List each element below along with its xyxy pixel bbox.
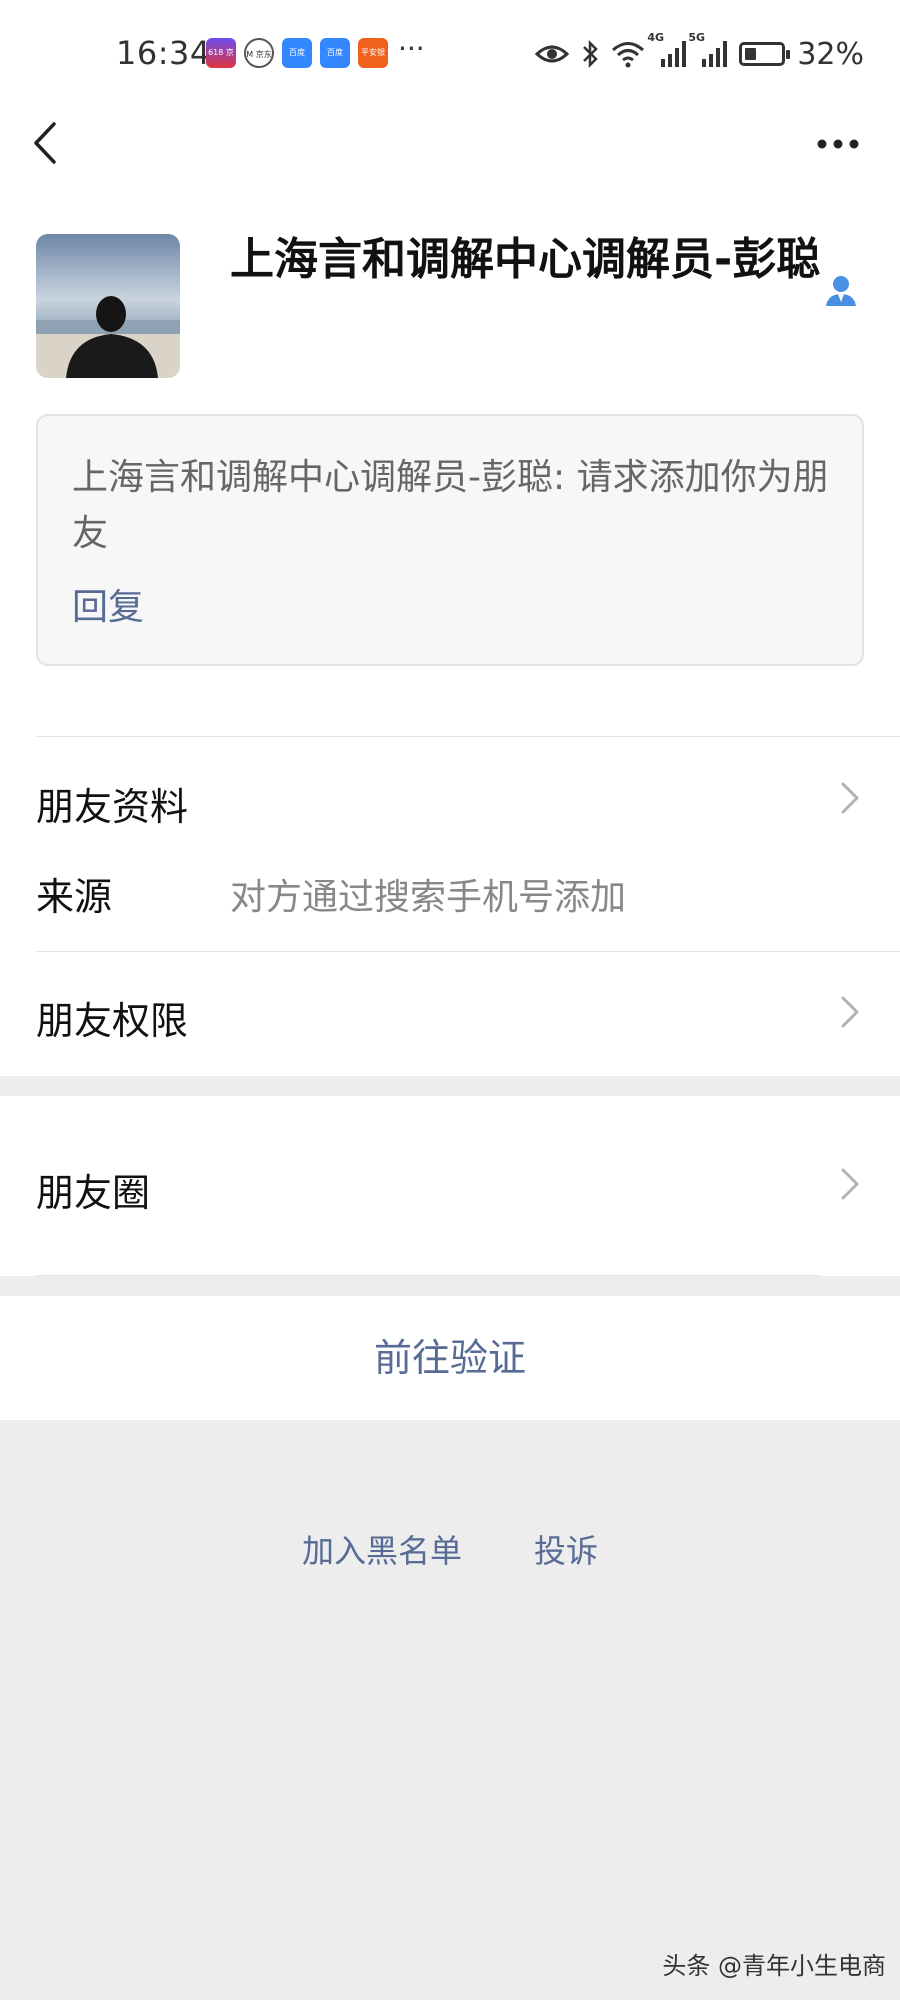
add-to-blacklist-link[interactable]: 加入黑名单 xyxy=(302,1526,462,1572)
divider xyxy=(36,736,900,737)
more-dots-icon[interactable] xyxy=(810,124,870,164)
moments-label: 朋友圈 xyxy=(36,1171,151,1215)
back-chevron-left-icon[interactable] xyxy=(28,118,68,168)
friend-profile-label: 朋友资料 xyxy=(36,785,189,829)
jd-m-app-label: M 京东 xyxy=(246,50,272,59)
eye-icon xyxy=(535,45,570,63)
signal-5g-icon: 5G xyxy=(688,31,728,67)
source-label: 来源 xyxy=(36,875,113,919)
baidu-app-label-2: 百度 xyxy=(327,48,343,57)
avatar-image[interactable] xyxy=(36,234,180,378)
complain-link[interactable]: 投诉 xyxy=(534,1526,598,1572)
contact-name: 上海言和调解中心调解员-彭聪 xyxy=(230,234,821,285)
chevron-right-icon xyxy=(841,1168,859,1200)
chevron-right-icon xyxy=(841,782,859,814)
wifi-icon xyxy=(612,42,645,68)
signal-4g-icon: 4G xyxy=(647,31,687,67)
section-gap xyxy=(0,1076,900,1096)
source-value: 对方通过搜索手机号添加 xyxy=(230,877,627,918)
battery-percent: 32% xyxy=(797,36,864,72)
signal-4g-label: 4G xyxy=(647,31,664,44)
baidu-app-icon-1: 百度 xyxy=(282,38,312,68)
reply-link[interactable]: 回复 xyxy=(72,578,144,630)
chevron-right-icon xyxy=(841,996,859,1028)
signal-5g-label: 5G xyxy=(688,31,705,44)
battery-level xyxy=(745,48,757,60)
baidu-app-icon-2: 百度 xyxy=(320,38,350,68)
status-time: 16:34 xyxy=(116,34,211,72)
friend-permissions-label: 朋友权限 xyxy=(36,999,189,1043)
pingan-bank-app-label: 平安银行 xyxy=(361,48,385,57)
request-message: 上海言和调解中心调解员-彭聪: 请求添加你为朋友 xyxy=(72,457,829,554)
watermark: 头条 @青年小生电商 xyxy=(662,1952,886,1980)
battery-icon xyxy=(739,42,791,66)
friend-request-box: 上海言和调解中心调解员-彭聪: 请求添加你为朋友 回复 xyxy=(36,414,864,666)
divider xyxy=(36,1275,820,1276)
status-right-group: 4G 5G 32% xyxy=(535,31,864,76)
more-notifications-indicator: ··· xyxy=(398,32,425,65)
divider xyxy=(36,951,900,952)
avatar-photo xyxy=(36,234,180,378)
friend-permissions-row[interactable]: 朋友权限 xyxy=(0,966,900,1066)
jd-618-app-icon: 618 京东 xyxy=(206,38,236,68)
baidu-app-label-1: 百度 xyxy=(289,48,305,57)
moments-row[interactable]: 朋友圈 xyxy=(0,1136,900,1236)
status-bar: 16:34 618 京东 M 京东 百度 百度 平安银行 ··· 4G xyxy=(0,0,900,110)
go-verify-button[interactable]: 前往验证 xyxy=(0,1296,900,1420)
source-row: 来源 对方通过搜索手机号添加 xyxy=(0,850,900,940)
bluetooth-icon xyxy=(583,39,599,69)
jd-m-app-icon: M 京东 xyxy=(244,38,274,68)
pingan-bank-app-icon: 平安银行 xyxy=(358,38,388,68)
friend-profile-row[interactable]: 朋友资料 xyxy=(0,750,900,850)
jd-618-app-label: 618 京东 xyxy=(208,48,234,57)
person-icon xyxy=(826,276,856,306)
